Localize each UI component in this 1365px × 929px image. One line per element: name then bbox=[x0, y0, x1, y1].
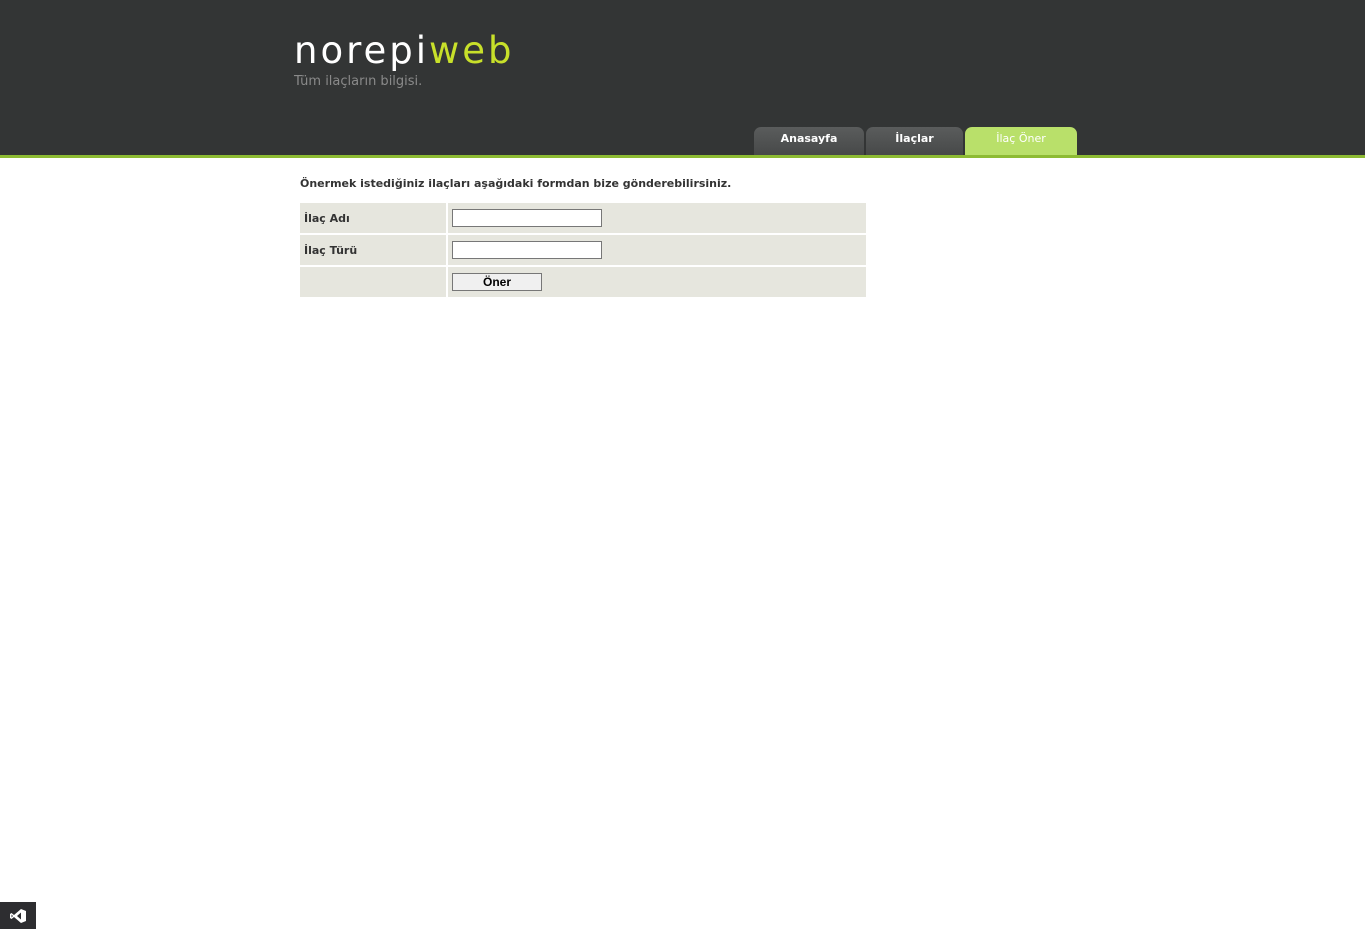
drug-type-input[interactable] bbox=[452, 241, 602, 259]
logo-text-accent: web bbox=[429, 29, 515, 72]
intro-text: Önermek istediğiniz ilaçları aşağıdaki f… bbox=[300, 177, 732, 190]
drug-type-cell bbox=[448, 235, 866, 265]
submit-button[interactable]: Öner bbox=[452, 273, 542, 291]
visual-studio-glyph bbox=[10, 908, 26, 923]
site-tagline: Tüm ilaçların bilgisi. bbox=[294, 74, 423, 89]
drug-name-label: İlaç Adı bbox=[300, 203, 448, 233]
form-row-name: İlaç Adı bbox=[300, 203, 866, 233]
drug-type-label: İlaç Türü bbox=[300, 235, 448, 265]
tab-ilaclar[interactable]: İlaçlar bbox=[866, 127, 963, 155]
logo-text-primary: norepi bbox=[294, 29, 430, 72]
form-row-submit: Öner bbox=[300, 267, 866, 297]
empty-label-cell bbox=[300, 267, 448, 297]
header-divider bbox=[0, 155, 1365, 158]
site-header: norepiweb Tüm ilaçların bilgisi. Anasayf… bbox=[0, 0, 1365, 155]
drug-name-input[interactable] bbox=[452, 209, 602, 227]
visual-studio-icon[interactable] bbox=[0, 902, 36, 929]
form-row-type: İlaç Türü bbox=[300, 235, 866, 265]
submit-cell: Öner bbox=[448, 267, 866, 297]
site-logo[interactable]: norepiweb bbox=[294, 27, 515, 75]
suggest-form: İlaç Adı İlaç Türü Öner bbox=[300, 201, 866, 299]
drug-name-cell bbox=[448, 203, 866, 233]
main-content: Önermek istediğiniz ilaçları aşağıdaki f… bbox=[300, 176, 866, 299]
tab-anasayfa[interactable]: Anasayfa bbox=[754, 127, 864, 155]
tab-ilac-oner[interactable]: İlaç Öner bbox=[965, 127, 1077, 155]
